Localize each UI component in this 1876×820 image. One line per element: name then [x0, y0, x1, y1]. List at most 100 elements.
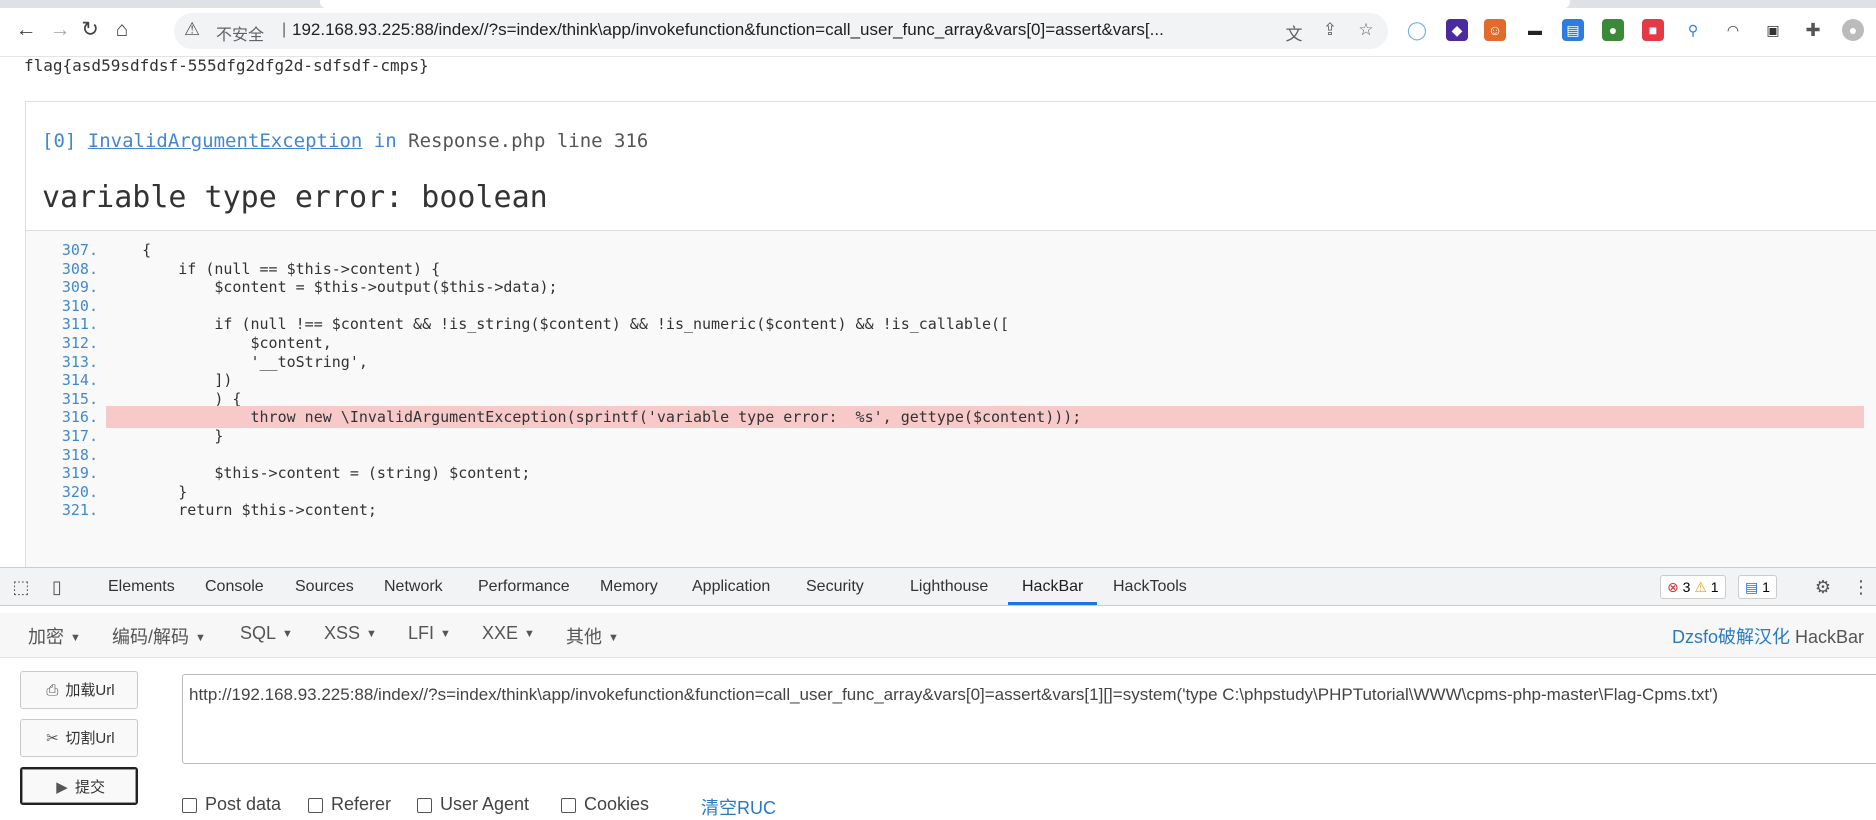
extension-mask-icon[interactable]: ▬	[1524, 19, 1546, 41]
devtools-tab-console[interactable]: Console	[205, 568, 264, 605]
checkbox-label: Cookies	[584, 794, 650, 814]
hackbar-brand: Dzsfo破解汉化 HackBar	[1672, 623, 1864, 649]
menu-label: XSS	[324, 623, 361, 643]
submit-button[interactable]: ▶ 提交	[20, 767, 138, 805]
devtools-tab-elements[interactable]: Elements	[108, 568, 175, 605]
checkbox-label: User Agent	[440, 794, 530, 814]
checkbox-box[interactable]	[561, 797, 576, 813]
scissors-icon: ✂	[46, 730, 59, 747]
brand-cn: Dzsfo破解汉化	[1672, 627, 1791, 647]
devtools-panel: ⬚ ▯ Elements Console Sources Network Perform…	[0, 567, 1876, 819]
error-warning-counter[interactable]: ⊗ 3 ⚠ 1	[1660, 575, 1726, 599]
extension-circle-icon[interactable]: ◯	[1406, 19, 1428, 41]
checkbox-cookies[interactable]: Cookies	[561, 794, 649, 815]
more-options-icon[interactable]: ⋮	[1850, 576, 1872, 598]
caret-down-icon: ▼	[366, 628, 377, 641]
exception-index: [0]	[42, 130, 77, 152]
message-counter[interactable]: ▤ 1	[1738, 575, 1777, 599]
extension-santa-icon[interactable]: ☺	[1484, 19, 1506, 41]
hackbar-menu-item[interactable]: LFI ▼	[408, 623, 451, 644]
hackbar-menu-item[interactable]: 编码/解码 ▼	[112, 623, 206, 649]
url-textarea[interactable]: http://192.168.93.225:88/index//?s=index…	[182, 674, 1876, 764]
source-code-block: 307. {308. if (null == $this->content) {…	[26, 230, 1876, 569]
line-text: return $this->content;	[106, 501, 377, 520]
share-icon[interactable]: ⇪	[1320, 20, 1340, 40]
devtools-tab-lighthouse[interactable]: Lighthouse	[910, 568, 988, 605]
settings-gear-icon[interactable]: ⚙	[1812, 576, 1834, 598]
devtools-tabbar: ⬚ ▯ Elements Console Sources Network Perform…	[0, 568, 1876, 606]
url-text[interactable]: 192.168.93.225:88/index//?s=index/think\…	[292, 20, 1292, 40]
exception-panel: [0] InvalidArgumentException in Response…	[25, 101, 1876, 569]
devtools-tab-security[interactable]: Security	[806, 568, 864, 605]
devtools-tab-performance[interactable]: Performance	[478, 568, 570, 605]
devtools-tab-hacktools[interactable]: HackTools	[1113, 568, 1187, 605]
menu-label: XXE	[482, 623, 519, 643]
menu-label: 编码/解码	[112, 627, 190, 647]
exception-file: Response.php line 316	[408, 130, 649, 152]
extension-globe-icon[interactable]: ●	[1602, 19, 1624, 41]
extension-doc-icon[interactable]: ▤	[1562, 19, 1584, 41]
warning-count: 1	[1710, 579, 1719, 595]
error-count: 3	[1682, 579, 1691, 595]
devtools-tab-sources[interactable]: Sources	[295, 568, 354, 605]
checkbox-label: Referer	[331, 794, 392, 814]
checkbox-user-agent[interactable]: User Agent	[417, 794, 529, 815]
hackbar-menu-item[interactable]: XSS ▼	[324, 623, 377, 644]
extensions-puzzle-icon[interactable]: ✚	[1802, 19, 1824, 41]
translate-icon[interactable]: 文	[1284, 20, 1304, 44]
menu-label: 加密	[28, 627, 64, 647]
caret-down-icon: ▼	[524, 628, 535, 641]
devtools-tab-application[interactable]: Application	[692, 568, 770, 605]
current-tab[interactable]	[320, 0, 1570, 8]
tab-strip	[0, 0, 1876, 8]
reload-icon[interactable]: ↻	[78, 18, 102, 42]
extension-pin-icon[interactable]: ⚲	[1682, 19, 1704, 41]
split-url-label: 切割Url	[65, 730, 115, 747]
extension-badge-icon[interactable]: ◆	[1446, 19, 1468, 41]
device-toolbar-icon[interactable]: ▯	[46, 576, 68, 598]
checkbox-label: Post data	[205, 794, 282, 814]
caret-down-icon: ▼	[70, 632, 81, 645]
warning-icon[interactable]: ⚠	[184, 19, 200, 40]
hackbar-menu: 加密 ▼ 编码/解码 ▼ SQL ▼ XSS ▼ LFI ▼ XXE ▼ 其他 ▼ Dzsfo破解汉化 H…	[0, 613, 1876, 658]
address-bar[interactable]: ⚠ 不安全 | 192.168.93.225:88/index//?s=inde…	[174, 13, 1388, 49]
exception-class-link[interactable]: InvalidArgumentException	[88, 130, 363, 152]
line-number: 321.	[61, 501, 98, 520]
devtools-tab-hackbar[interactable]: HackBar	[1008, 568, 1098, 605]
hackbar-menu-item[interactable]: SQL ▼	[240, 623, 293, 644]
hackbar-menu-item[interactable]: XXE ▼	[482, 623, 535, 644]
brand-en: HackBar	[1795, 627, 1865, 647]
extension-panda-icon[interactable]: ▣	[1762, 19, 1784, 41]
checkbox-box[interactable]	[308, 797, 323, 813]
profile-avatar[interactable]: ●	[1842, 19, 1864, 41]
code-line: 321. return $this->content;	[26, 499, 1876, 521]
hackbar-menu-item[interactable]: 其他 ▼	[566, 623, 619, 649]
checkbox-referer[interactable]: Referer	[308, 794, 391, 815]
back-icon[interactable]: ←	[14, 18, 38, 42]
exception-message: variable type error: boolean	[42, 180, 548, 215]
caret-down-icon: ▼	[608, 632, 619, 645]
security-label[interactable]: 不安全	[216, 21, 264, 45]
checkbox-box[interactable]	[417, 797, 432, 813]
home-icon[interactable]: ⌂	[110, 18, 134, 42]
warning-icon: ⚠	[1694, 579, 1707, 595]
bookmark-star-icon[interactable]: ☆	[1356, 20, 1376, 40]
checkbox-box[interactable]	[182, 797, 197, 813]
load-url-button[interactable]: ⎙ 加载Url	[20, 671, 138, 709]
exception-in: in	[373, 130, 397, 152]
hackbar-menu-item[interactable]: 加密 ▼	[28, 623, 81, 649]
extension-red-icon[interactable]: ■	[1642, 19, 1664, 41]
message-count: 1	[1762, 579, 1770, 595]
devtools-tab-network[interactable]: Network	[384, 568, 443, 605]
extension-hat-icon[interactable]: ◠	[1722, 19, 1744, 41]
split-url-button[interactable]: ✂ 切割Url	[20, 719, 138, 757]
error-icon: ⊗	[1667, 579, 1679, 595]
message-icon: ▤	[1745, 579, 1759, 595]
devtools-tab-memory[interactable]: Memory	[600, 568, 658, 605]
checkbox-post-data[interactable]: Post data	[182, 794, 281, 815]
load-url-label: 加载Url	[65, 682, 115, 699]
exception-header: [0] InvalidArgumentException in Response…	[42, 130, 648, 152]
forward-icon[interactable]: →	[48, 18, 72, 42]
inspect-element-icon[interactable]: ⬚	[10, 576, 32, 598]
clear-ruc-link[interactable]: 清空RUC	[701, 794, 776, 820]
